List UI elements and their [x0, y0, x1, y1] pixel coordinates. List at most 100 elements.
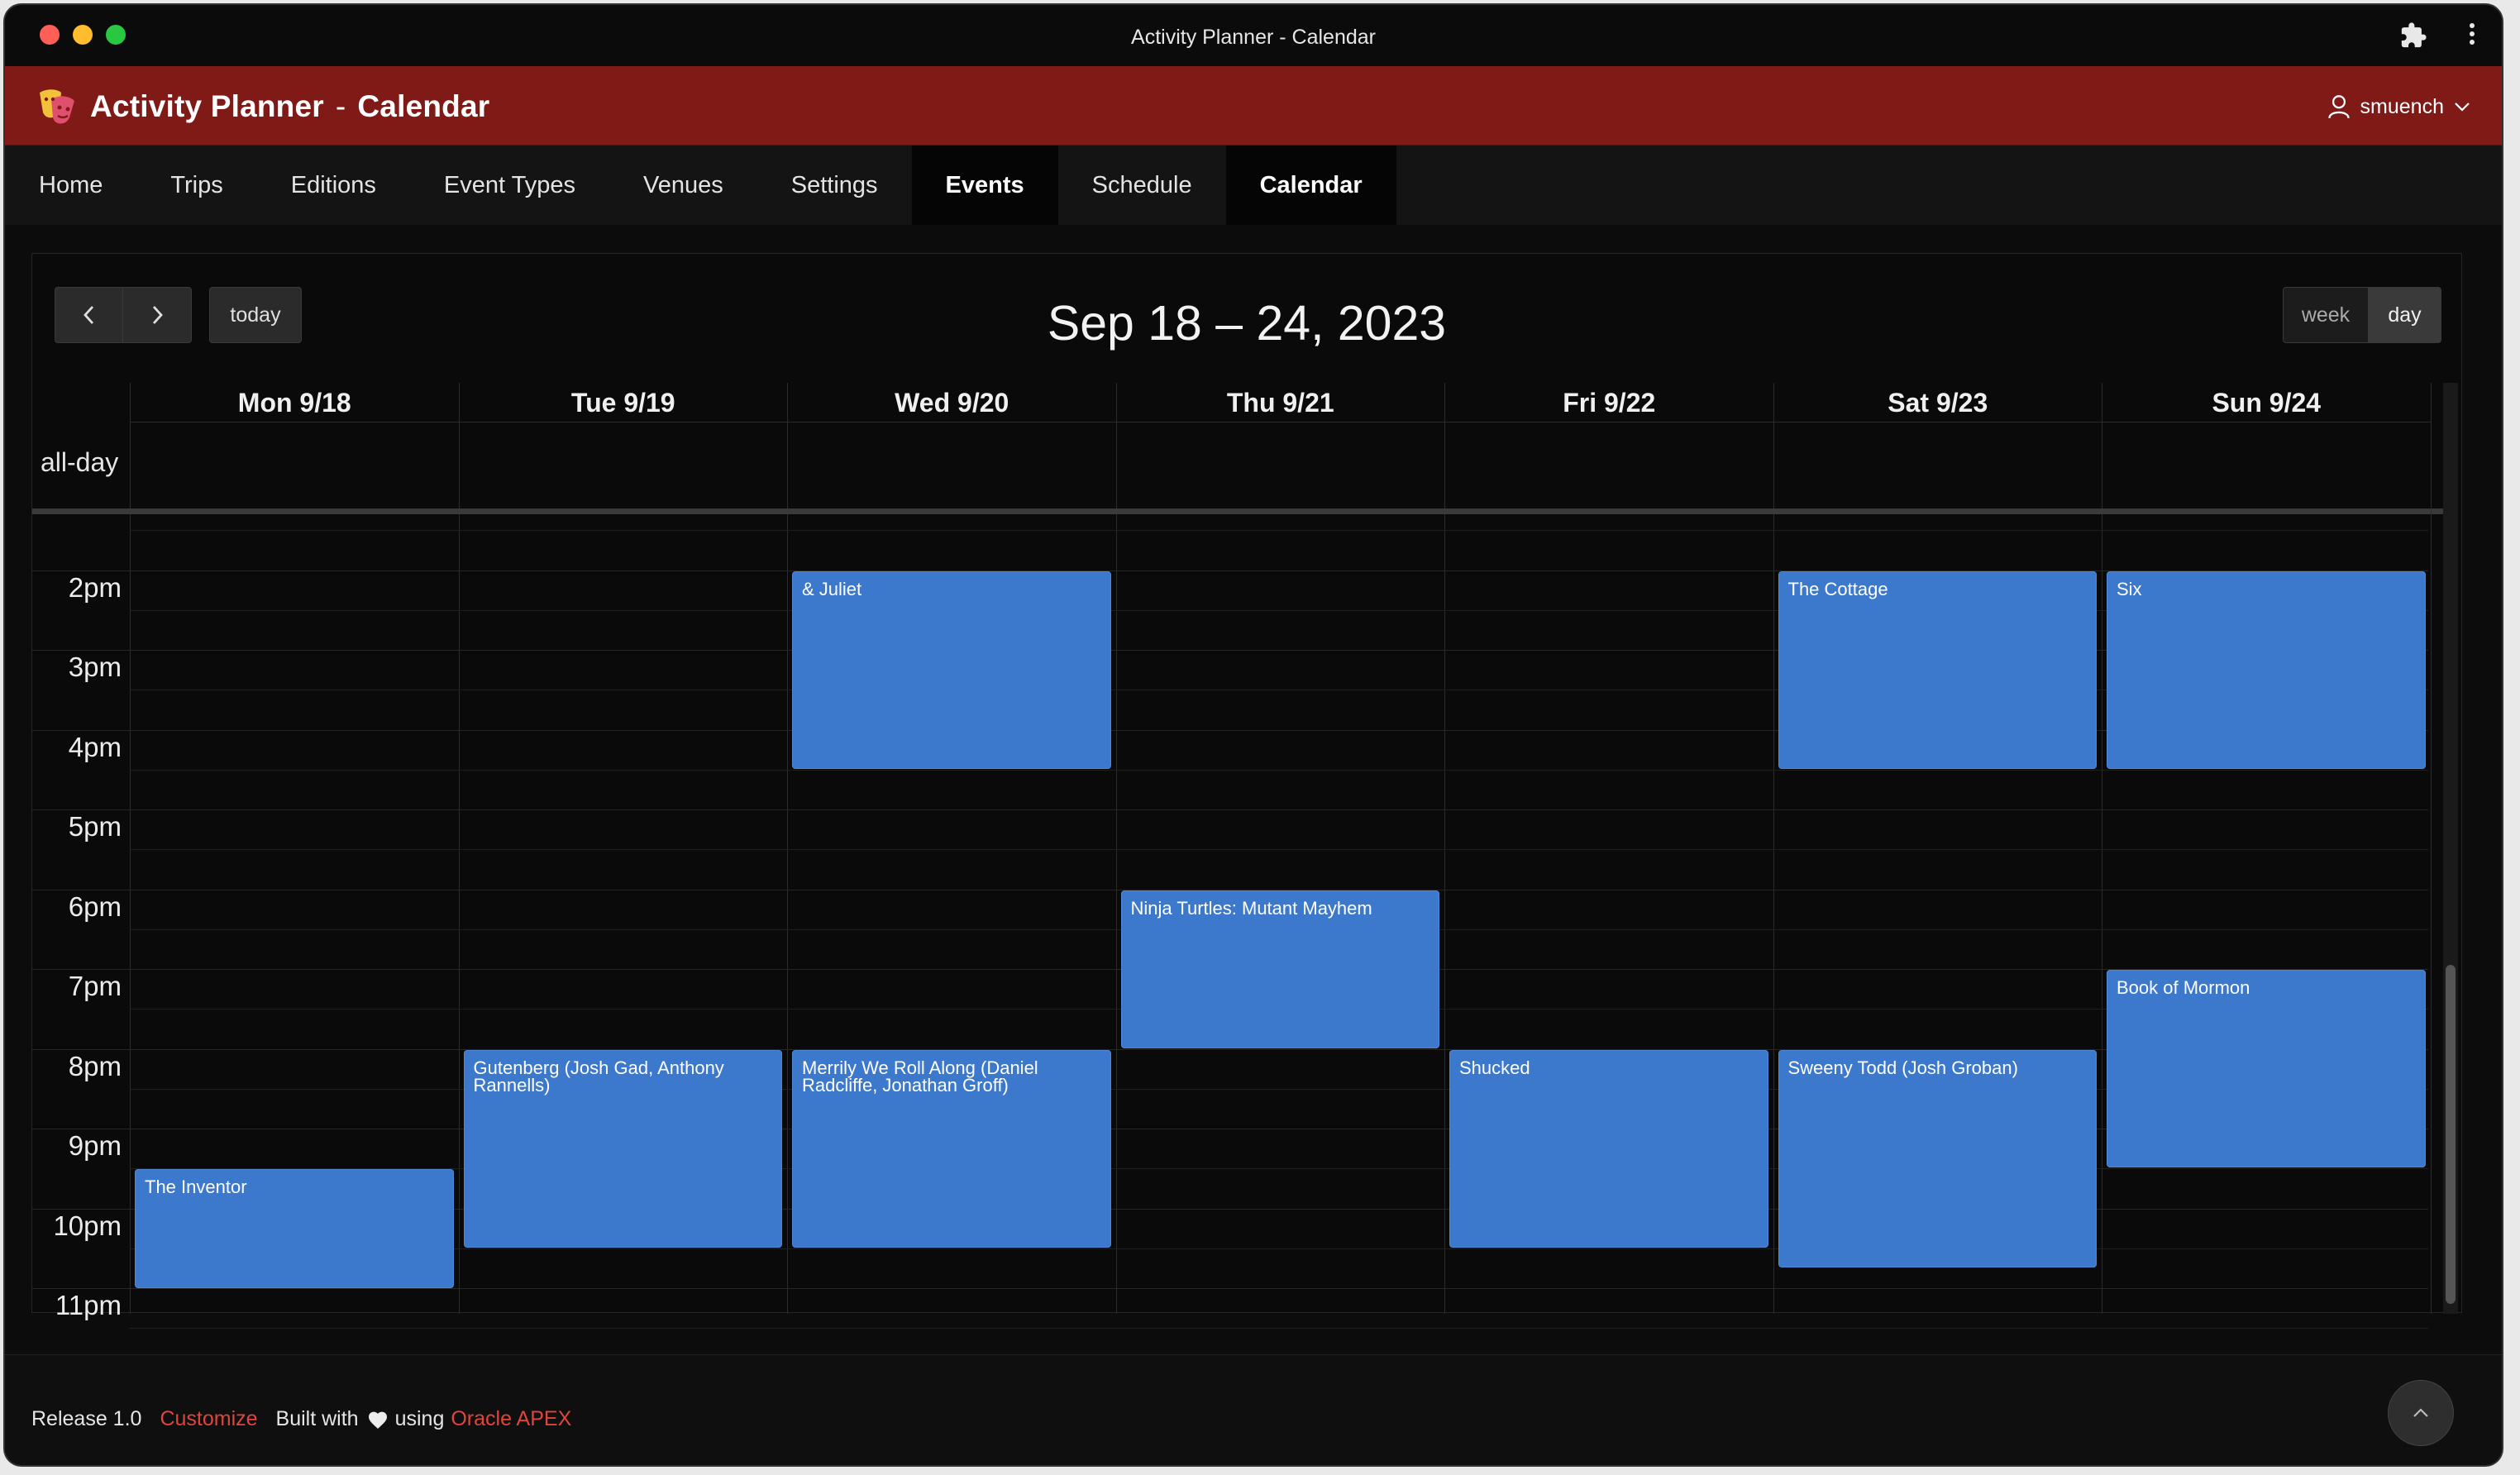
back-to-top-button[interactable]: [2388, 1380, 2454, 1446]
event-title: Shucked: [1459, 1057, 1530, 1078]
view-switcher: week day: [2283, 287, 2441, 343]
nav-calendar[interactable]: Calendar: [1225, 146, 1396, 225]
browser-window: Activity Planner - Calendar Activity Pla…: [5, 5, 2502, 1465]
day-column-divider: [458, 514, 460, 1314]
page-name: Calendar: [357, 89, 490, 123]
time-label: 5pm: [68, 811, 122, 843]
heart-icon: [367, 1411, 389, 1429]
event-title: The Cottage: [1787, 578, 1888, 599]
event-title: The Inventor: [145, 1177, 247, 1198]
all-day-cell[interactable]: [1773, 422, 2102, 508]
extensions-puzzle-icon[interactable]: [2399, 21, 2427, 50]
time-label: 11pm: [55, 1290, 122, 1321]
calendar-date-range-title: Sep 18 – 24, 2023: [1047, 296, 1447, 351]
more-options-icon[interactable]: [2467, 20, 2477, 50]
time-label: 3pm: [68, 652, 122, 683]
time-label: 9pm: [68, 1130, 122, 1162]
time-label: 8pm: [68, 1050, 122, 1081]
theater-masks-logo-icon[interactable]: [35, 84, 78, 127]
calendar-event[interactable]: The Cottage: [1778, 570, 2097, 769]
all-day-cell[interactable]: [458, 422, 788, 508]
nav-events[interactable]: Events: [911, 146, 1058, 225]
hour-line: [32, 809, 2428, 811]
day-column-divider: [1115, 514, 1117, 1314]
time-label: 10pm: [53, 1210, 122, 1241]
all-day-cell[interactable]: [1115, 422, 1445, 508]
day-column-divider: [787, 514, 788, 1314]
day-view-button[interactable]: day: [2369, 287, 2441, 343]
all-day-cell[interactable]: [2102, 422, 2431, 508]
event-title: Gutenberg (Josh Gad, Anthony Rannells): [473, 1057, 724, 1096]
day-header[interactable]: Sat 9/23: [1773, 383, 2102, 422]
all-day-cell[interactable]: [787, 422, 1116, 508]
calendar-event[interactable]: Book of Mormon: [2107, 970, 2426, 1168]
nav-home[interactable]: Home: [5, 146, 136, 225]
day-header[interactable]: Tue 9/19: [458, 383, 787, 422]
calendar-toolbar: today Sep 18 – 24, 2023 week day: [32, 254, 2461, 378]
all-day-divider: [32, 508, 2451, 514]
event-title: Six: [2117, 578, 2142, 599]
nav-schedule[interactable]: Schedule: [1058, 146, 1226, 225]
nav-trips[interactable]: Trips: [136, 146, 256, 225]
calendar-grid: all-day Mon 9/18 Tue 9/19 Wed 9/20 Thu 9/21…: [32, 383, 2463, 1329]
calendar-event[interactable]: Shucked: [1449, 1049, 1768, 1248]
event-title: Ninja Turtles: Mutant Mayhem: [1130, 897, 1372, 919]
app-header: Activity Planner - Calendar smuench: [5, 66, 2502, 146]
app-name: Activity Planner: [90, 89, 324, 123]
day-column-divider: [1773, 514, 1774, 1314]
nav-editions[interactable]: Editions: [257, 146, 410, 225]
user-menu[interactable]: smuench: [2327, 94, 2470, 119]
time-label: 6pm: [68, 890, 122, 922]
window-title: Activity Planner - Calendar: [1131, 26, 1376, 49]
event-title: & Juliet: [802, 578, 862, 599]
all-day-cell[interactable]: [130, 422, 459, 508]
day-column-divider: [1444, 514, 1445, 1314]
day-header[interactable]: Sun 9/24: [2102, 383, 2431, 422]
main-navigation: Home Trips Editions Event Types Venues S…: [5, 146, 2502, 225]
nav-event-types[interactable]: Event Types: [410, 146, 609, 225]
built-with-label: Built with: [275, 1407, 359, 1430]
day-column-divider: [2430, 383, 2432, 1314]
release-label: Release 1.0: [31, 1407, 142, 1430]
time-label: 7pm: [68, 971, 122, 1002]
calendar-region: today Sep 18 – 24, 2023 week day all-day…: [31, 253, 2463, 1329]
nav-venues[interactable]: Venues: [609, 146, 757, 225]
calendar-event[interactable]: & Juliet: [792, 570, 1111, 769]
chevron-down-icon: [2454, 101, 2470, 112]
event-title: Merrily We Roll Along (Daniel Radcliffe,…: [802, 1057, 1038, 1096]
calendar-event[interactable]: Gutenberg (Josh Gad, Anthony Rannells): [463, 1049, 782, 1248]
half-hour-line: [130, 1328, 2428, 1329]
oracle-apex-link[interactable]: Oracle APEX: [451, 1407, 571, 1431]
using-label: using: [394, 1407, 445, 1430]
day-column-divider: [130, 514, 131, 1314]
time-label: 4pm: [68, 731, 122, 762]
hour-line: [32, 1288, 2428, 1290]
calendar-event[interactable]: Ninja Turtles: Mutant Mayhem: [1120, 890, 1439, 1048]
half-hour-line: [130, 769, 2428, 771]
day-header[interactable]: Wed 9/20: [787, 383, 1116, 422]
title-separator: -: [335, 89, 346, 123]
nav-settings[interactable]: Settings: [757, 146, 912, 225]
calendar-event[interactable]: The Inventor: [135, 1169, 454, 1288]
day-header[interactable]: Fri 9/22: [1444, 383, 1773, 422]
day-header[interactable]: Thu 9/21: [1115, 383, 1444, 422]
calendar-event[interactable]: Sweeny Todd (Josh Groban): [1778, 1049, 2097, 1267]
chevron-up-icon: [2413, 1408, 2428, 1417]
user-icon: [2327, 94, 2351, 119]
calendar-event[interactable]: Six: [2107, 570, 2426, 769]
week-view-button[interactable]: week: [2283, 287, 2369, 343]
event-title: Book of Mormon: [2117, 977, 2250, 999]
all-day-cell[interactable]: [1444, 422, 1773, 508]
title-bar: Activity Planner - Calendar: [5, 5, 2502, 66]
scrollbar-thumb[interactable]: [2446, 965, 2456, 1304]
all-day-label: all-day: [41, 447, 119, 477]
app-title[interactable]: Activity Planner - Calendar: [90, 89, 489, 124]
customize-link[interactable]: Customize: [160, 1407, 257, 1431]
time-label: 2pm: [68, 571, 122, 603]
page-footer: Release 1.0 Customize Built with using O…: [5, 1354, 2502, 1465]
calendar-event[interactable]: Merrily We Roll Along (Daniel Radcliffe,…: [792, 1049, 1111, 1248]
footer-text: Release 1.0 Customize Built with using O…: [31, 1407, 571, 1431]
calendar-scrollbar[interactable]: [2443, 383, 2458, 1314]
day-header[interactable]: Mon 9/18: [130, 383, 459, 422]
event-title: Sweeny Todd (Josh Groban): [1787, 1057, 2018, 1078]
